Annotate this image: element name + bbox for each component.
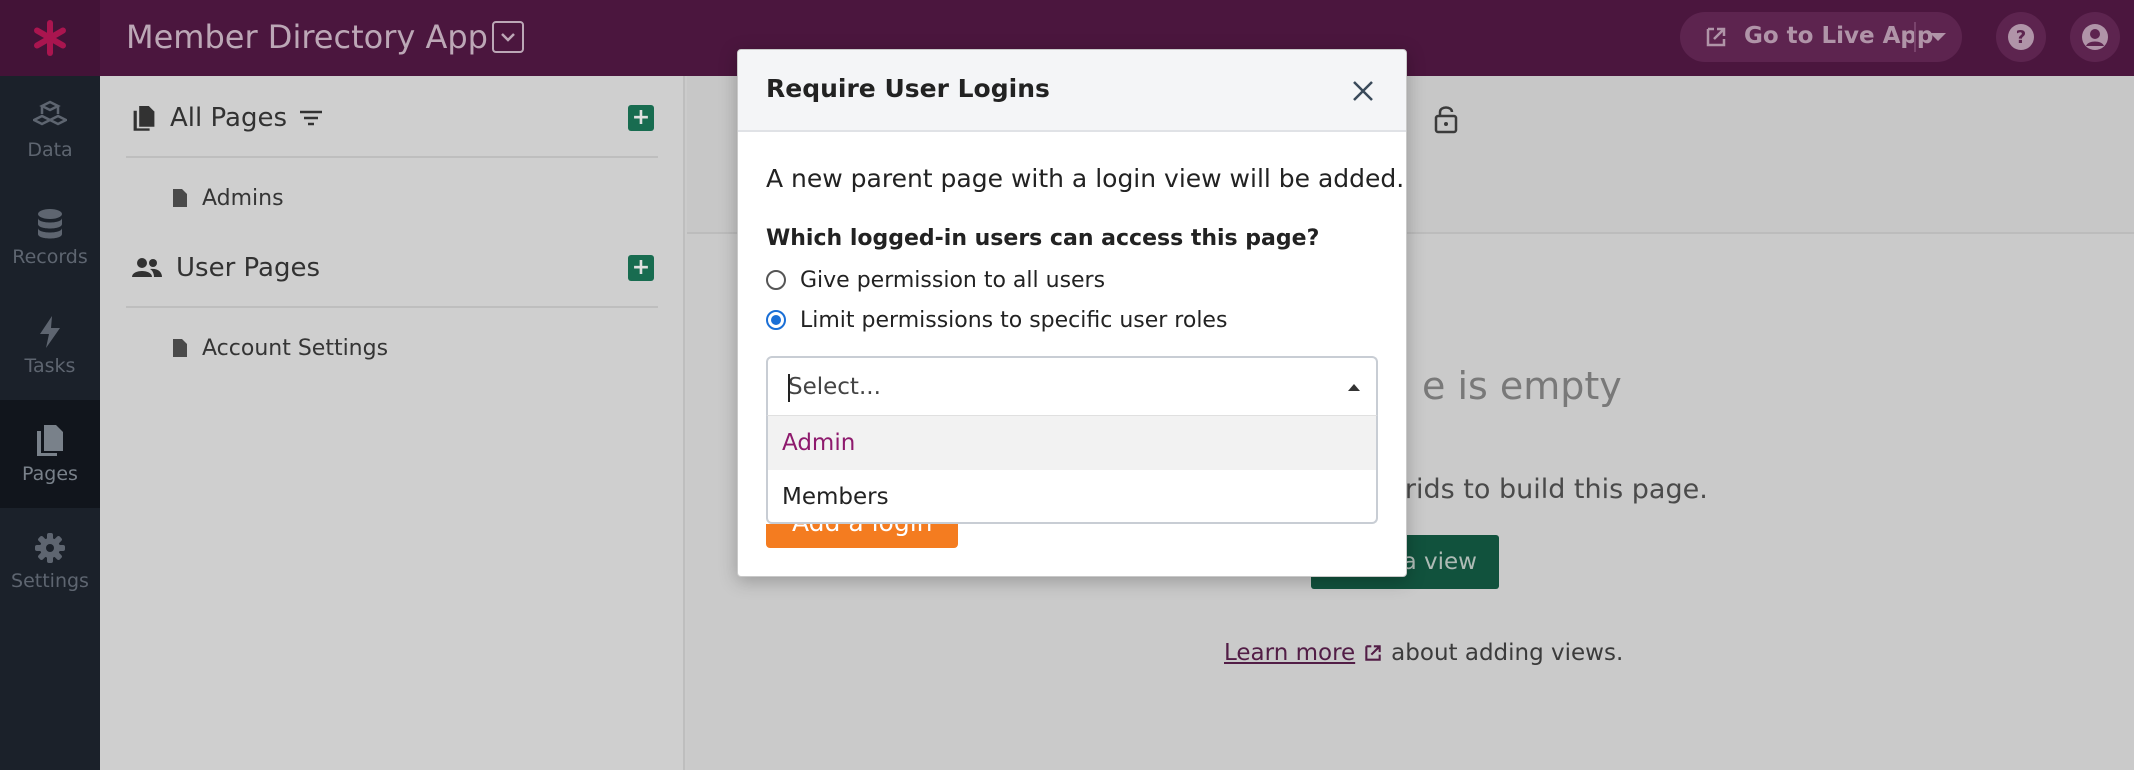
select-placeholder: Select... (788, 374, 881, 400)
add-login-label: Add a login (792, 524, 933, 537)
modal-description: A new parent page with a login view will… (766, 164, 1405, 193)
radio-label: Limit permissions to specific user roles (800, 307, 1228, 333)
radio-button[interactable] (766, 310, 786, 330)
dropdown-option-members[interactable]: Members (768, 470, 1376, 522)
radio-label: Give permission to all users (800, 267, 1106, 293)
radio-button[interactable] (766, 270, 786, 290)
role-dropdown-menu: Admin Members (766, 416, 1378, 524)
dropdown-option-admin[interactable]: Admin (768, 416, 1376, 470)
modal-title: Require User Logins (766, 74, 1050, 103)
radio-all-users[interactable]: Give permission to all users (766, 265, 1105, 295)
add-login-button[interactable]: Add a login (766, 524, 958, 548)
modal-header: Require User Logins (738, 50, 1406, 132)
require-user-logins-modal: Require User Logins A new parent page wi… (737, 49, 1407, 577)
role-select[interactable]: Select... (766, 356, 1378, 416)
close-button[interactable] (1348, 76, 1378, 106)
text-cursor (788, 374, 790, 402)
access-question: Which logged-in users can access this pa… (766, 226, 1320, 251)
close-icon (1353, 81, 1373, 101)
caret-up-icon[interactable] (1348, 384, 1360, 391)
radio-specific-roles[interactable]: Limit permissions to specific user roles (766, 305, 1227, 335)
